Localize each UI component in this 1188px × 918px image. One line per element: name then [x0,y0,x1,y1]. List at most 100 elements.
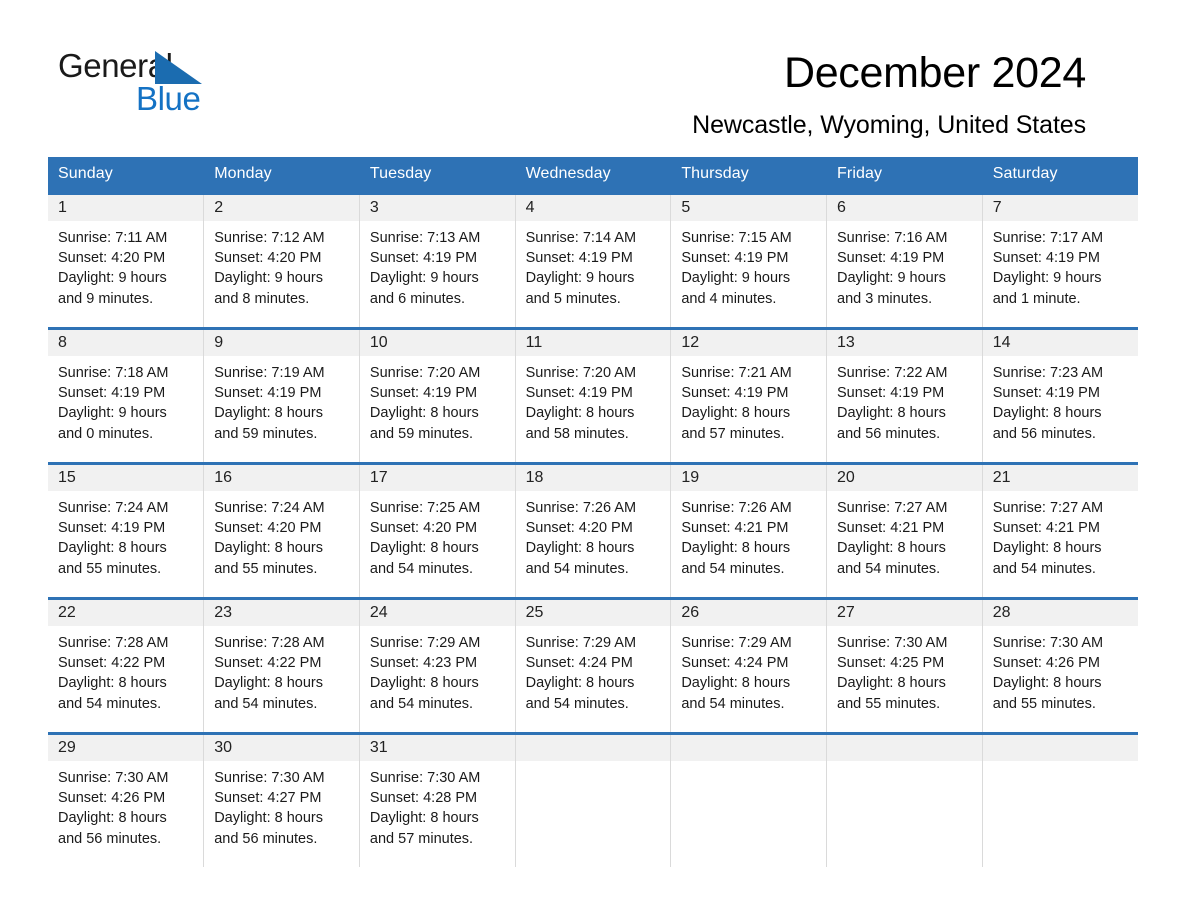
day-detail-block: Sunrise: 7:30 AM Sunset: 4:28 PM Daylight:… [360,761,515,849]
day-detail-block: Sunrise: 7:30 AM Sunset: 4:27 PM Daylight:… [204,761,359,849]
calendar-day-cell[interactable]: 16 Sunrise: 7:24 AM Sunset: 4:20 PM Dayligh… [203,462,360,599]
sunrise-time: Sunrise: 7:30 AM [214,770,325,786]
daylight-duration-line2: and 59 minutes. [214,425,318,442]
brand-logo[interactable]: General Blue [58,48,378,126]
daylight-duration-line2: and 54 minutes. [525,695,629,712]
calendar-day-cell[interactable]: 27 Sunrise: 7:30 AM Sunset: 4:25 PM Dayligh… [826,597,983,734]
day-detail-block: Sunrise: 7:22 AM Sunset: 4:19 PM Daylight:… [827,356,982,444]
daylight-duration-line1: Daylight: 8 hours [681,540,791,557]
day-detail-block: Sunrise: 7:25 AM Sunset: 4:20 PM Daylight:… [360,491,515,579]
sunrise-time: Sunrise: 7:30 AM [992,635,1104,651]
calendar-day-cell[interactable]: 5 Sunrise: 7:15 AM Sunset: 4:19 PM Daylight… [670,192,827,329]
day-number-band: 11 [515,330,671,356]
day-detail-block: Sunrise: 7:28 AM Sunset: 4:22 PM Daylight:… [204,626,359,714]
calendar-day-cell[interactable]: 19 Sunrise: 7:26 AM Sunset: 4:21 PM Dayligh… [670,462,827,599]
calendar-day-cell[interactable]: 25 Sunrise: 7:29 AM Sunset: 4:24 PM Dayligh… [514,597,671,734]
calendar-day-cell[interactable]: 22 Sunrise: 7:28 AM Sunset: 4:22 PM Dayligh… [48,597,204,734]
sunrise-time: Sunrise: 7:24 AM [214,500,325,516]
day-detail-block: Sunrise: 7:27 AM Sunset: 4:21 PM Daylight:… [827,491,982,579]
calendar-day-cell[interactable]: 17 Sunrise: 7:25 AM Sunset: 4:20 PM Dayligh… [358,462,516,599]
daylight-duration-line2: and 54 minutes. [837,560,941,577]
day-number: 23 [214,604,232,621]
calendar-day-cell[interactable]: 8 Sunrise: 7:18 AM Sunset: 4:19 PM Daylight… [48,327,204,464]
day-detail-block: Sunrise: 7:29 AM Sunset: 4:24 PM Daylight:… [671,626,826,714]
calendar-day-cell[interactable]: 7 Sunrise: 7:17 AM Sunset: 4:19 PM Daylight… [981,192,1138,329]
day-number: 7 [992,199,1002,216]
calendar-page: General Blue December 2024 Newcastle, Wy… [0,0,1188,918]
day-number-band: 23 [204,600,359,626]
calendar-day-cell[interactable]: 30 Sunrise: 7:30 AM Sunset: 4:27 PM Dayligh… [203,732,360,867]
daylight-duration-line2: and 8 minutes. [214,290,310,307]
daylight-duration-line1: Daylight: 9 hours [369,270,479,287]
daylight-duration-line2: and 55 minutes. [992,695,1096,712]
calendar-day-cell[interactable]: 31 Sunrise: 7:30 AM Sunset: 4:28 PM Dayligh… [358,732,516,867]
day-detail-block: Sunrise: 7:17 AM Sunset: 4:19 PM Daylight:… [983,221,1138,309]
calendar-day-cell[interactable]: 11 Sunrise: 7:20 AM Sunset: 4:19 PM Dayligh… [514,327,671,464]
daylight-duration-line2: and 1 minute. [992,290,1081,307]
calendar-day-cell-empty [670,732,827,867]
calendar-day-cell[interactable]: 2 Sunrise: 7:12 AM Sunset: 4:20 PM Daylight… [203,192,360,329]
day-number-band: 12 [671,330,827,356]
calendar-day-cell[interactable]: 13 Sunrise: 7:22 AM Sunset: 4:19 PM Dayligh… [826,327,983,464]
day-number-band: 30 [204,735,359,761]
day-detail-block: Sunrise: 7:20 AM Sunset: 4:19 PM Daylight:… [360,356,515,444]
sunrise-time: Sunrise: 7:30 AM [837,635,948,651]
calendar-day-cell[interactable]: 18 Sunrise: 7:26 AM Sunset: 4:20 PM Dayligh… [514,462,671,599]
day-number: 2 [214,199,224,216]
calendar-day-cell[interactable]: 29 Sunrise: 7:30 AM Sunset: 4:26 PM Dayligh… [48,732,204,867]
day-number: 3 [369,199,379,216]
day-number: 24 [369,604,388,621]
daylight-duration-line2: and 55 minutes. [837,695,941,712]
calendar-day-cell[interactable]: 9 Sunrise: 7:19 AM Sunset: 4:19 PM Daylight… [203,327,360,464]
day-number-band: 3 [359,195,515,221]
sunset-time: Sunset: 4:19 PM [837,250,945,267]
day-number-band: 19 [671,465,827,491]
sunset-time: Sunset: 4:19 PM [992,385,1100,402]
calendar-week-row: 8 Sunrise: 7:18 AM Sunset: 4:19 PM Daylight… [48,327,1138,464]
sunset-time: Sunset: 4:21 PM [681,520,789,537]
daylight-duration-line1: Daylight: 9 hours [525,270,635,287]
calendar-day-cell[interactable]: 1 Sunrise: 7:11 AM Sunset: 4:20 PM Daylight… [48,192,204,329]
day-number: 30 [214,739,232,756]
day-detail-block: Sunrise: 7:26 AM Sunset: 4:21 PM Daylight:… [671,491,826,579]
day-number: 27 [837,604,855,621]
day-number: 11 [525,334,543,351]
daylight-duration-line1: Daylight: 8 hours [369,405,479,422]
weekday-header-saturday: Saturday [981,157,1138,194]
day-number-band [827,735,982,761]
calendar-day-cell[interactable]: 24 Sunrise: 7:29 AM Sunset: 4:23 PM Dayligh… [358,597,516,734]
daylight-duration-line2: and 56 minutes. [214,830,318,847]
daylight-duration-line2: and 54 minutes. [681,560,785,577]
daylight-duration-line1: Daylight: 9 hours [214,270,324,287]
calendar-day-cell[interactable]: 14 Sunrise: 7:23 AM Sunset: 4:19 PM Dayligh… [981,327,1138,464]
calendar-day-cell[interactable]: 20 Sunrise: 7:27 AM Sunset: 4:21 PM Dayligh… [826,462,983,599]
weekday-header-monday: Monday [203,157,360,194]
daylight-duration-line1: Daylight: 9 hours [58,405,167,422]
sunset-time: Sunset: 4:19 PM [992,250,1100,267]
calendar-day-cell[interactable]: 26 Sunrise: 7:29 AM Sunset: 4:24 PM Dayligh… [670,597,827,734]
weekday-header-tuesday: Tuesday [358,157,516,194]
sunset-time: Sunset: 4:21 PM [837,520,945,537]
calendar-day-cell[interactable]: 28 Sunrise: 7:30 AM Sunset: 4:26 PM Dayligh… [981,597,1138,734]
day-number-band: 7 [982,195,1138,221]
day-number-band: 4 [515,195,671,221]
sunrise-time: Sunrise: 7:29 AM [681,635,792,651]
sunrise-time: Sunrise: 7:26 AM [681,500,792,516]
daylight-duration-line2: and 4 minutes. [681,290,777,307]
calendar-day-cell[interactable]: 21 Sunrise: 7:27 AM Sunset: 4:21 PM Dayligh… [981,462,1138,599]
day-number-band: 1 [48,195,204,221]
calendar-day-cell[interactable]: 3 Sunrise: 7:13 AM Sunset: 4:19 PM Daylight… [358,192,516,329]
calendar-day-cell[interactable]: 23 Sunrise: 7:28 AM Sunset: 4:22 PM Dayligh… [203,597,360,734]
calendar-day-cell[interactable]: 4 Sunrise: 7:14 AM Sunset: 4:19 PM Daylight… [514,192,671,329]
day-number: 19 [681,469,700,486]
daylight-duration-line2: and 54 minutes. [58,695,162,712]
sunset-time: Sunset: 4:25 PM [837,655,945,672]
sunrise-time: Sunrise: 7:15 AM [681,230,792,246]
calendar-day-cell[interactable]: 6 Sunrise: 7:16 AM Sunset: 4:19 PM Daylight… [826,192,983,329]
sunset-time: Sunset: 4:21 PM [992,520,1100,537]
calendar-day-cell[interactable]: 10 Sunrise: 7:20 AM Sunset: 4:19 PM Dayligh… [358,327,516,464]
calendar-day-cell-empty [514,732,671,867]
calendar-day-cell[interactable]: 12 Sunrise: 7:21 AM Sunset: 4:19 PM Dayligh… [670,327,827,464]
calendar-day-cell[interactable]: 15 Sunrise: 7:24 AM Sunset: 4:19 PM Dayligh… [48,462,204,599]
daylight-duration-line2: and 55 minutes. [214,560,318,577]
